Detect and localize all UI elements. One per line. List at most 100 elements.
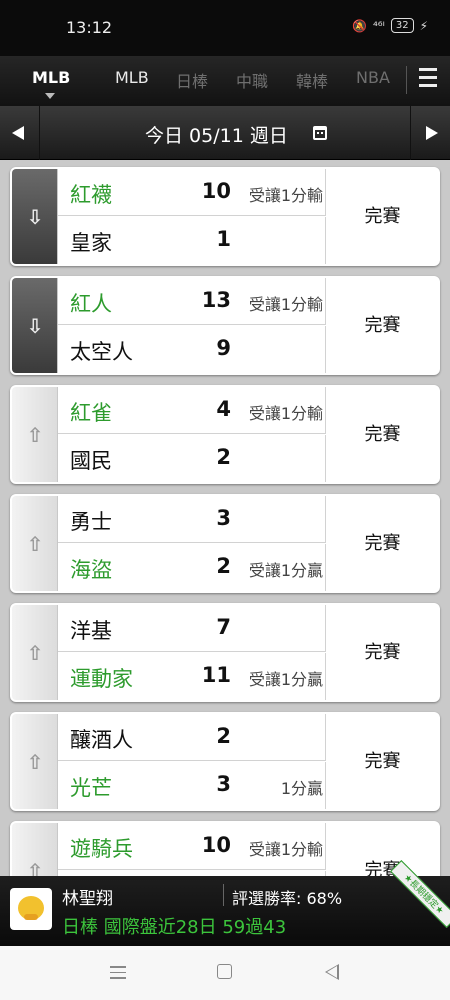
card-side[interactable]: ⇧	[12, 605, 58, 700]
game-card[interactable]: ⇧ 釀酒人 2 光芒 3 1分贏 完賽	[10, 712, 440, 811]
tab-npb[interactable]: 日棒	[176, 68, 208, 92]
card-side[interactable]: ⇧	[12, 823, 58, 876]
team-name: 紅雀	[70, 401, 112, 425]
divider	[223, 884, 224, 906]
signal-icon: ⁴⁶ᴵ	[372, 18, 385, 33]
game-card[interactable]: ⇩ 紅襪 10 受讓1分輸 皇家 1 完賽	[10, 167, 440, 266]
team-score: 10	[201, 833, 231, 857]
next-day-icon[interactable]	[410, 106, 450, 160]
home-icon[interactable]	[217, 964, 232, 979]
card-side[interactable]: ⇩	[12, 278, 58, 373]
card-side[interactable]: ⇩	[12, 169, 58, 264]
team-name: 洋基	[70, 619, 112, 643]
team-name: 紅人	[70, 292, 112, 316]
game-status: 完賽	[364, 533, 401, 554]
recents-icon[interactable]	[110, 966, 126, 983]
caret-down-icon	[45, 93, 55, 99]
game-card[interactable]: ⇧ 勇士 3 海盜 2 受讓1分贏 完賽	[10, 494, 440, 593]
game-card[interactable]: ⇩ 紅人 13 受讓1分輸 太空人 9 完賽	[10, 276, 440, 375]
date-bar: 今日 05/11 週日	[0, 106, 450, 160]
team-name: 光芒	[70, 776, 112, 800]
team-row: 海盜 2 受讓1分贏	[58, 544, 326, 591]
expert-record: 日棒 國際盤近28日 59過43	[62, 917, 287, 938]
team-name: 勇士	[70, 510, 112, 534]
team-row: 遊騎兵 10 受讓1分輸	[58, 823, 326, 870]
league-tabs: MLB MLB 日棒 中職 韓棒 NBA	[0, 56, 450, 106]
charging-icon: ⚡	[419, 18, 428, 33]
status-bar: 13:12 🔕 ⁴⁶ᴵ 32 ⚡	[0, 0, 450, 56]
team-score: 2	[216, 445, 231, 469]
game-status: 完賽	[364, 206, 401, 227]
card-side[interactable]: ⇧	[12, 714, 58, 809]
arrow-icon: ⇧	[26, 532, 44, 556]
team-row: 光芒 3 1分贏	[58, 762, 326, 809]
team-name: 皇家	[70, 231, 112, 255]
prev-day-icon[interactable]	[0, 106, 40, 160]
game-status: 完賽	[364, 642, 401, 663]
handicap-note: 受讓1分輸	[248, 186, 323, 205]
team-name: 國民	[70, 449, 112, 473]
system-nav-bar	[0, 946, 450, 1000]
battery-icon: 32	[390, 18, 414, 33]
team-name: 釀酒人	[70, 728, 133, 752]
team-name: 運動家	[70, 667, 133, 691]
team-score: 13	[201, 288, 231, 312]
team-score: 9	[216, 336, 231, 360]
arrow-icon: ⇩	[26, 205, 44, 229]
tab-mlb[interactable]: MLB	[115, 68, 149, 87]
handicap-note: 1分贏	[280, 779, 323, 798]
calendar-icon[interactable]	[313, 126, 327, 140]
team-row: 勇士 3	[58, 496, 326, 543]
expert-win-rate: 評選勝率: 68%	[232, 889, 343, 908]
team-score: 10	[201, 179, 231, 203]
back-icon[interactable]	[325, 964, 339, 980]
tab-nba[interactable]: NBA	[356, 68, 390, 87]
team-score: 4	[216, 397, 231, 421]
team-row: 運動家 11 受讓1分贏	[58, 653, 326, 700]
card-side[interactable]: ⇧	[12, 387, 58, 482]
team-row: 皇家 1	[58, 217, 326, 264]
expert-banner[interactable]: 林聖翔 評選勝率: 68% 日棒 國際盤近28日 59過43 ★長期穩定★	[0, 860, 450, 946]
team-name: 遊騎兵	[70, 837, 133, 861]
team-name: 紅襪	[70, 183, 112, 207]
tab-kbo[interactable]: 韓棒	[296, 68, 328, 92]
handicap-note: 受讓1分輸	[248, 404, 323, 423]
team-name: 太空人	[70, 340, 133, 364]
game-status: 完賽	[364, 751, 401, 772]
arrow-icon: ⇧	[26, 423, 44, 447]
avatar[interactable]	[10, 888, 52, 930]
status-icons: 🔕 ⁴⁶ᴵ 32 ⚡	[352, 18, 428, 33]
team-row: 洋基 7	[58, 605, 326, 652]
mute-icon: 🔕	[352, 18, 367, 33]
status-time: 13:12	[66, 18, 113, 37]
expert-name: 林聖翔	[62, 889, 113, 909]
card-side[interactable]: ⇧	[12, 496, 58, 591]
game-status: 完賽	[364, 315, 401, 336]
game-card[interactable]: ⇧ 洋基 7 運動家 11 受讓1分贏 完賽	[10, 603, 440, 702]
game-card[interactable]: ⇧ 紅雀 4 受讓1分輸 國民 2 完賽	[10, 385, 440, 484]
team-row: 紅雀 4 受讓1分輸	[58, 387, 326, 434]
game-status: 完賽	[364, 424, 401, 445]
arrow-icon: ⇧	[26, 641, 44, 665]
tab-mlb-selected[interactable]: MLB	[32, 68, 70, 87]
team-row: 釀酒人 2	[58, 714, 326, 761]
team-row: 紅襪 10 受讓1分輸	[58, 169, 326, 216]
handicap-note: 受讓1分輸	[248, 840, 323, 859]
tab-divider	[406, 66, 407, 94]
arrow-icon: ⇧	[26, 750, 44, 774]
team-score: 3	[216, 506, 231, 530]
team-score: 3	[216, 772, 231, 796]
arrow-icon: ⇩	[26, 314, 44, 338]
menu-icon[interactable]	[419, 68, 437, 88]
team-score: 7	[216, 615, 231, 639]
team-row: 太空人 9	[58, 326, 326, 373]
game-list[interactable]: ⇩ 紅襪 10 受讓1分輸 皇家 1 完賽 ⇩ 紅人 13 受讓1分輸 太空人 …	[0, 160, 450, 876]
handicap-note: 受讓1分輸	[248, 295, 323, 314]
handicap-note: 受讓1分贏	[248, 561, 323, 580]
team-score: 1	[216, 227, 231, 251]
tab-cpbl[interactable]: 中職	[236, 68, 268, 92]
game-card[interactable]: ⇧ 遊騎兵 10 受讓1分輸 完賽	[10, 821, 440, 876]
team-row: 紅人 13 受讓1分輸	[58, 278, 326, 325]
date-label[interactable]: 今日 05/11 週日	[145, 121, 288, 148]
team-score: 2	[216, 724, 231, 748]
